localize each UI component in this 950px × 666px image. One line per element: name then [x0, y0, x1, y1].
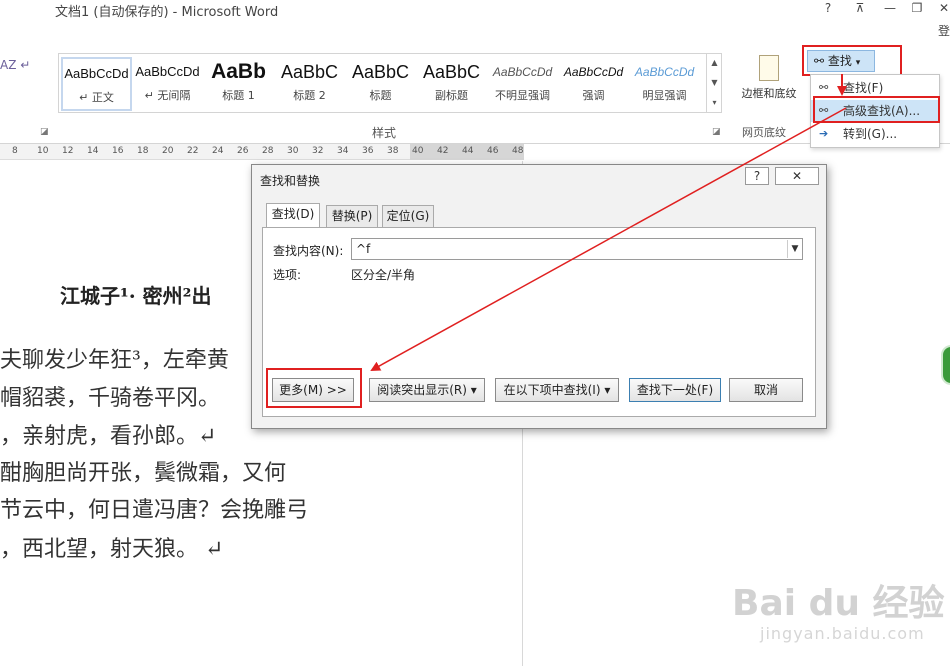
- baidu-watermark-url: jingyan.baidu.com: [760, 624, 925, 643]
- baidu-watermark-logo: Bai du 经验: [732, 583, 945, 624]
- annotation-arrow: [370, 107, 847, 371]
- annotation-arrow-svg: [370, 74, 847, 371]
